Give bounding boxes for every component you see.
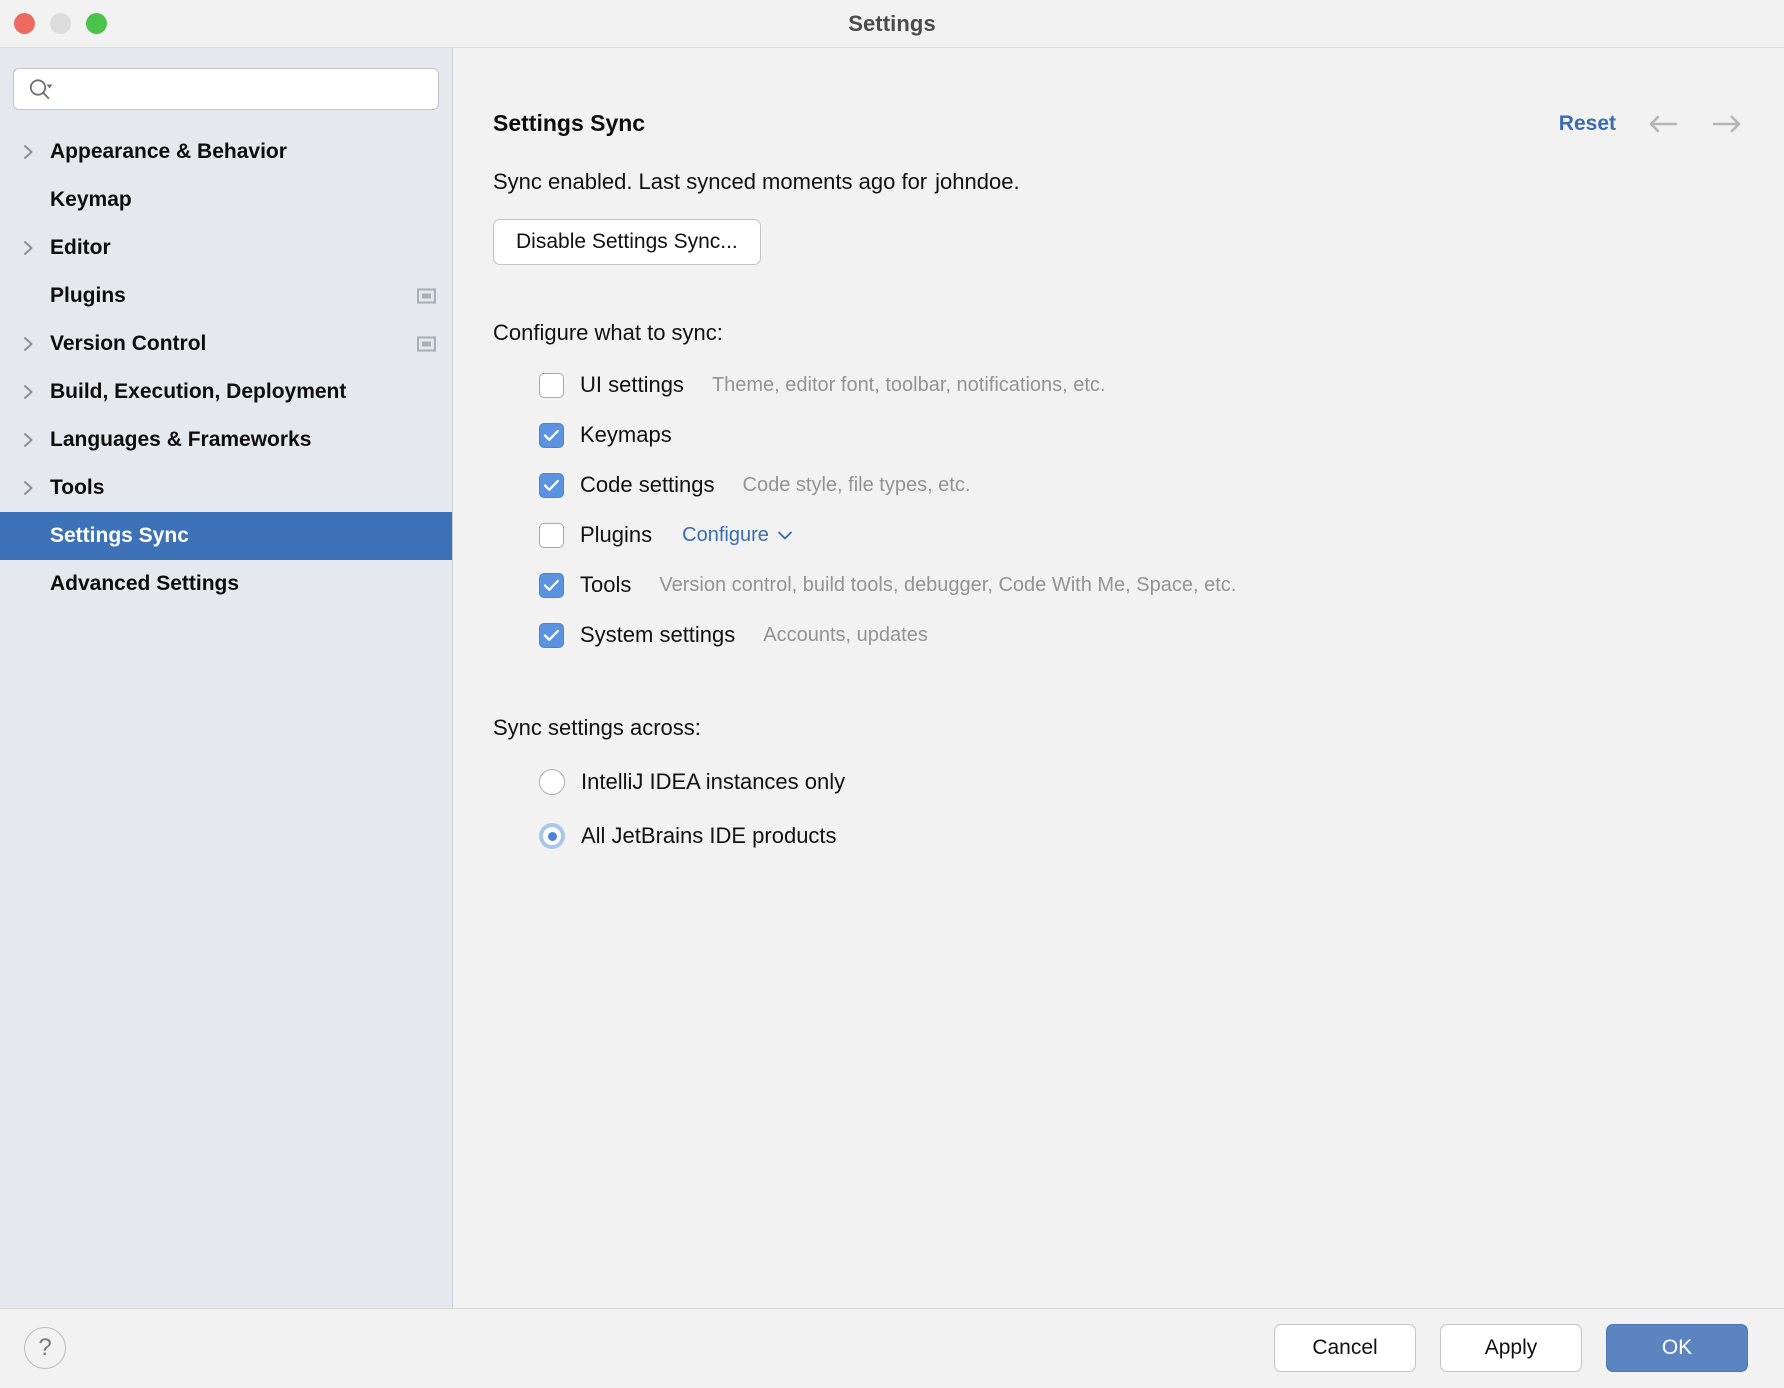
checkbox-unchecked-icon[interactable] bbox=[539, 373, 564, 398]
apply-button[interactable]: Apply bbox=[1440, 1324, 1582, 1372]
modified-marker-icon bbox=[417, 288, 436, 304]
chevron-right-icon[interactable] bbox=[22, 144, 50, 160]
plugins-configure-label: Configure bbox=[682, 524, 769, 547]
sync-status-username: johndoe. bbox=[935, 169, 1019, 194]
sync-option-label: UI settings bbox=[580, 372, 684, 398]
sync-option-ui-settings[interactable]: UI settings Theme, editor font, toolbar,… bbox=[539, 360, 1744, 410]
checkbox-checked-icon[interactable] bbox=[539, 573, 564, 598]
minimize-window-button[interactable] bbox=[50, 13, 71, 34]
sync-option-label: Keymaps bbox=[580, 422, 672, 448]
arrow-right-icon[interactable] bbox=[1710, 113, 1744, 135]
chevron-right-icon[interactable] bbox=[22, 240, 50, 256]
chevron-down-icon bbox=[777, 524, 793, 547]
sync-option-label: Code settings bbox=[580, 472, 715, 498]
chevron-right-icon[interactable] bbox=[22, 432, 50, 448]
modified-marker-icon bbox=[417, 336, 436, 352]
sync-option-description: Code style, file types, etc. bbox=[743, 474, 971, 497]
sync-option-tools[interactable]: Tools Version control, build tools, debu… bbox=[539, 560, 1744, 610]
sync-across-heading: Sync settings across: bbox=[493, 715, 1744, 741]
sync-status-line: Sync enabled. Last synced moments ago fo… bbox=[493, 169, 1744, 195]
page-title: Settings Sync bbox=[493, 110, 645, 137]
window-title: Settings bbox=[848, 11, 936, 37]
radio-unselected-icon[interactable] bbox=[539, 769, 565, 795]
search-icon bbox=[28, 78, 54, 100]
checkbox-checked-icon[interactable] bbox=[539, 623, 564, 648]
sidebar-item-label: Settings Sync bbox=[50, 524, 189, 548]
sync-option-plugins[interactable]: Plugins Configure bbox=[539, 510, 1744, 560]
sync-options-list: UI settings Theme, editor font, toolbar,… bbox=[493, 360, 1744, 660]
sync-option-label: Plugins bbox=[580, 522, 652, 548]
sync-option-label: Tools bbox=[580, 572, 631, 598]
sidebar-item-label: Advanced Settings bbox=[50, 572, 239, 596]
sidebar-item-advanced-settings[interactable]: Advanced Settings bbox=[0, 560, 452, 608]
sidebar-item-keymap[interactable]: Keymap bbox=[0, 176, 452, 224]
plugins-configure-link[interactable]: Configure bbox=[682, 524, 793, 547]
sync-option-keymaps[interactable]: Keymaps bbox=[539, 410, 1744, 460]
sidebar-item-label: Version Control bbox=[50, 332, 206, 356]
checkbox-checked-icon[interactable] bbox=[539, 423, 564, 448]
reset-link[interactable]: Reset bbox=[1559, 112, 1616, 136]
sidebar-item-label: Languages & Frameworks bbox=[50, 428, 311, 452]
sidebar-item-build-execution-deployment[interactable]: Build, Execution, Deployment bbox=[0, 368, 452, 416]
arrow-left-icon[interactable] bbox=[1646, 113, 1680, 135]
radio-option-label: IntelliJ IDEA instances only bbox=[581, 769, 845, 795]
checkbox-unchecked-icon[interactable] bbox=[539, 523, 564, 548]
sync-status-text: Sync enabled. Last synced moments ago fo… bbox=[493, 169, 927, 194]
radio-inner-ring bbox=[543, 827, 561, 845]
footer-button-group: Cancel Apply OK bbox=[1274, 1324, 1748, 1372]
radio-option-intellij-only[interactable]: IntelliJ IDEA instances only bbox=[539, 755, 1744, 809]
sidebar-item-appearance-behavior[interactable]: Appearance & Behavior bbox=[0, 128, 452, 176]
chevron-right-icon[interactable] bbox=[22, 480, 50, 496]
cancel-button[interactable]: Cancel bbox=[1274, 1324, 1416, 1372]
search-container bbox=[0, 48, 452, 110]
window-titlebar: Settings bbox=[0, 0, 1784, 47]
sidebar-item-label: Plugins bbox=[50, 284, 126, 308]
search-box[interactable] bbox=[13, 68, 439, 110]
sync-option-description: Version control, build tools, debugger, … bbox=[659, 574, 1236, 597]
sidebar-item-plugins[interactable]: Plugins bbox=[0, 272, 452, 320]
sidebar-item-editor[interactable]: Editor bbox=[0, 224, 452, 272]
sidebar-item-label: Build, Execution, Deployment bbox=[50, 380, 346, 404]
configure-what-to-sync-heading: Configure what to sync: bbox=[493, 320, 1744, 346]
radio-selected-icon[interactable] bbox=[539, 823, 565, 849]
settings-tree: Appearance & Behavior Keymap Editor Plug… bbox=[0, 128, 452, 608]
radio-option-all-jetbrains[interactable]: All JetBrains IDE products bbox=[539, 809, 1744, 863]
sync-option-code-settings[interactable]: Code settings Code style, file types, et… bbox=[539, 460, 1744, 510]
maximize-window-button[interactable] bbox=[86, 13, 107, 34]
radio-option-label: All JetBrains IDE products bbox=[581, 823, 837, 849]
sidebar-item-label: Tools bbox=[50, 476, 104, 500]
dialog-footer: ? Cancel Apply OK bbox=[0, 1308, 1784, 1387]
chevron-right-icon[interactable] bbox=[22, 384, 50, 400]
sidebar-item-label: Keymap bbox=[50, 188, 132, 212]
traffic-lights bbox=[14, 13, 107, 34]
sidebar-item-tools[interactable]: Tools bbox=[0, 464, 452, 512]
disable-settings-sync-button[interactable]: Disable Settings Sync... bbox=[493, 219, 761, 265]
header-actions: Reset bbox=[1559, 112, 1744, 136]
sidebar-item-version-control[interactable]: Version Control bbox=[0, 320, 452, 368]
dialog-body: Appearance & Behavior Keymap Editor Plug… bbox=[0, 47, 1784, 1308]
chevron-right-icon[interactable] bbox=[22, 336, 50, 352]
sidebar-item-languages-frameworks[interactable]: Languages & Frameworks bbox=[0, 416, 452, 464]
search-input[interactable] bbox=[62, 78, 438, 100]
sync-across-radio-group: IntelliJ IDEA instances only All JetBrai… bbox=[493, 755, 1744, 863]
sidebar-item-settings-sync[interactable]: Settings Sync bbox=[0, 512, 452, 560]
close-window-button[interactable] bbox=[14, 13, 35, 34]
settings-sidebar: Appearance & Behavior Keymap Editor Plug… bbox=[0, 48, 453, 1308]
sync-option-system-settings[interactable]: System settings Accounts, updates bbox=[539, 610, 1744, 660]
checkbox-checked-icon[interactable] bbox=[539, 473, 564, 498]
sync-option-description: Accounts, updates bbox=[763, 624, 928, 647]
sync-option-description: Theme, editor font, toolbar, notificatio… bbox=[712, 374, 1106, 397]
sync-option-label: System settings bbox=[580, 622, 735, 648]
settings-content-pane: Settings Sync Reset Sync enabled. Last s… bbox=[453, 48, 1784, 1308]
sidebar-item-label: Appearance & Behavior bbox=[50, 140, 287, 164]
content-header: Settings Sync Reset bbox=[493, 110, 1744, 137]
ok-button[interactable]: OK bbox=[1606, 1324, 1748, 1372]
sidebar-item-label: Editor bbox=[50, 236, 111, 260]
radio-dot bbox=[548, 832, 557, 841]
help-button[interactable]: ? bbox=[24, 1327, 66, 1369]
